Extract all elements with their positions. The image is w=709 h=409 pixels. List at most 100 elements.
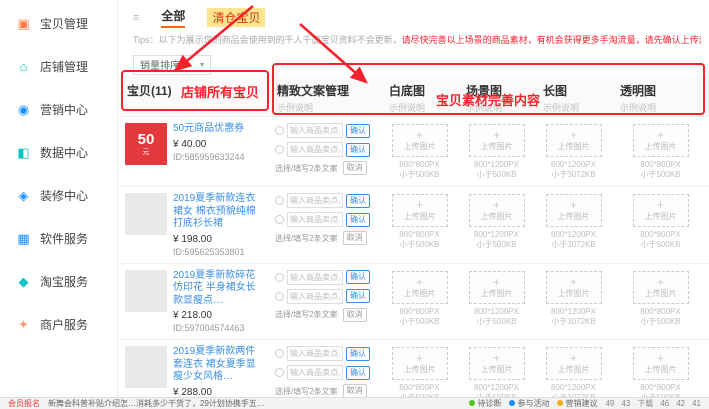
radio-button[interactable]: [275, 145, 284, 154]
upload-image-button[interactable]: +上传图片: [392, 124, 448, 157]
upload-image-button[interactable]: +上传图片: [392, 347, 448, 380]
cancel-button[interactable]: 取消: [343, 231, 367, 245]
upload-image-button[interactable]: +上传图片: [633, 271, 689, 304]
radio-button[interactable]: [275, 349, 284, 358]
bottom-bar-counter[interactable]: 下载: [637, 398, 653, 409]
upload-label: 上传图片: [645, 288, 677, 299]
product-title-link[interactable]: 2019夏季新款两件套连衣 裙女夏季显瘦少女风格…: [173, 346, 263, 384]
bottom-bar-status-item[interactable]: 参与活动: [509, 398, 549, 409]
sidebar-item-3[interactable]: ◧数据中心: [0, 131, 117, 174]
radio-button[interactable]: [275, 215, 284, 224]
radio-button[interactable]: [275, 126, 284, 135]
bottom-bar-counter[interactable]: 42: [676, 399, 685, 408]
selling-point-input[interactable]: [287, 212, 343, 227]
plus-icon: +: [493, 276, 500, 288]
upload-size: 800*1200PX: [551, 307, 596, 317]
confirm-button[interactable]: 确认: [346, 289, 370, 303]
upload-image-button[interactable]: +上传图片: [469, 124, 525, 157]
bottom-bar-status-item[interactable]: 待诊断: [469, 398, 501, 409]
sidebar-item-4[interactable]: ◈装修中心: [0, 174, 117, 217]
table-row: 2019夏季新款连衣裙女 棉衣预貌纯棉打底衫长裙¥ 198.00ID:59562…: [119, 187, 709, 264]
confirm-button[interactable]: 确认: [346, 366, 370, 380]
upload-size-hint: 800*1200PX小于500KB: [474, 383, 519, 397]
upload-size: 800*800PX: [399, 307, 439, 317]
cancel-button[interactable]: 取消: [343, 308, 367, 322]
column-header-sub: 示例说明: [543, 101, 604, 114]
sidebar-item-7[interactable]: ✦商户服务: [0, 303, 117, 346]
selling-point-input[interactable]: [287, 142, 343, 157]
confirm-button[interactable]: 确认: [346, 143, 370, 157]
megaphone-icon: ◉: [16, 102, 31, 117]
table-body: 50元50元商品优惠券¥ 40.00ID:585959633244确认确认选择/…: [119, 117, 709, 397]
upload-image-button[interactable]: +上传图片: [469, 194, 525, 227]
upload-size: 800*1200PX: [551, 383, 596, 393]
sidebar-item-1[interactable]: ⌂店铺管理: [0, 45, 117, 88]
upload-image-button[interactable]: +上传图片: [469, 347, 525, 380]
copy-note-row: 选择/填写2条文案取消: [275, 384, 375, 397]
bottom-bar-link[interactable]: 新舞会科普补贴介绍怎…消耗多少干货了，29计划协携手五…: [48, 398, 265, 409]
selling-point-input[interactable]: [287, 346, 343, 361]
radio-button[interactable]: [275, 196, 284, 205]
upload-image-button[interactable]: +上传图片: [392, 194, 448, 227]
upload-image-button[interactable]: +上传图片: [469, 271, 525, 304]
upload-size: 800*800PX: [399, 160, 439, 170]
confirm-button[interactable]: 确认: [346, 194, 370, 208]
upload-image-button[interactable]: +上传图片: [546, 194, 602, 227]
status-dot-icon: [469, 400, 475, 406]
radio-button[interactable]: [275, 368, 284, 377]
plus-icon: +: [493, 129, 500, 141]
copy-cell: 确认确认选择/填写2条文案取消: [269, 340, 381, 397]
copy-note-label: 选择/填写2条文案: [275, 309, 338, 320]
copy-cell: 确认确认选择/填写2条文案取消: [269, 117, 381, 186]
selling-point-input[interactable]: [287, 123, 343, 138]
upload-label: 上传图片: [558, 141, 590, 152]
upload-image-button[interactable]: +上传图片: [633, 347, 689, 380]
upload-image-button[interactable]: +上传图片: [546, 347, 602, 380]
bottom-bar-counter[interactable]: 41: [692, 399, 701, 408]
upload-image-button[interactable]: +上传图片: [546, 124, 602, 157]
sort-select[interactable]: 销量排序 ▾: [133, 55, 211, 75]
confirm-button[interactable]: 确认: [346, 124, 370, 138]
cancel-button[interactable]: 取消: [343, 161, 367, 175]
confirm-button[interactable]: 确认: [346, 270, 370, 284]
tab-clearance[interactable]: 清仓宝贝: [207, 8, 265, 27]
tab-all[interactable]: 全部: [161, 7, 185, 28]
upload-image-button[interactable]: +上传图片: [546, 271, 602, 304]
plus-icon: +: [657, 352, 664, 364]
product-title-link[interactable]: 2019夏季新款碎花仿印花 半身裙女长款显瘦点…: [173, 270, 263, 308]
collapse-icon[interactable]: ≡: [133, 12, 139, 24]
bottom-bar-counter[interactable]: 46: [660, 399, 669, 408]
upload-label: 上传图片: [645, 364, 677, 375]
product-image: [125, 270, 167, 312]
confirm-button[interactable]: 确认: [346, 213, 370, 227]
product-info: 2019夏季新款连衣裙女 棉衣预貌纯棉打底衫长裙¥ 198.00ID:59562…: [173, 193, 263, 257]
upload-image-button[interactable]: +上传图片: [392, 271, 448, 304]
sidebar-item-5[interactable]: ▦软件服务: [0, 217, 117, 260]
upload-image-button[interactable]: +上传图片: [633, 194, 689, 227]
box-icon: ▣: [16, 16, 31, 31]
bottom-bar: 会员报名新舞会科普补贴介绍怎…消耗多少干货了，29计划协携手五… 待诊断参与活动…: [0, 397, 709, 409]
sidebar-item-6[interactable]: ◆淘宝服务: [0, 260, 117, 303]
selling-point-input[interactable]: [287, 193, 343, 208]
bottom-bar-status-item[interactable]: 营销建议: [557, 398, 597, 409]
upload-image-button[interactable]: +上传图片: [633, 124, 689, 157]
bottom-bar-link[interactable]: 会员报名: [8, 398, 40, 409]
bottom-bar-counter[interactable]: 43: [621, 399, 630, 408]
sidebar-item-2[interactable]: ◉营销中心: [0, 88, 117, 131]
bottom-bar-counter[interactable]: 49: [605, 399, 614, 408]
grid-icon: ▦: [16, 231, 31, 246]
sidebar-item-0[interactable]: ▣宝贝管理: [0, 2, 117, 45]
upload-size-hint: 800*1200PX小于3072KB: [551, 383, 596, 397]
selling-point-input[interactable]: [287, 365, 343, 380]
chart-icon: ◧: [16, 145, 31, 160]
upload-size: 800*1200PX: [474, 383, 519, 393]
product-title-link[interactable]: 50元商品优惠券: [173, 123, 245, 136]
radio-button[interactable]: [275, 292, 284, 301]
product-title-link[interactable]: 2019夏季新款连衣裙女 棉衣预貌纯棉打底衫长裙: [173, 193, 263, 231]
radio-button[interactable]: [275, 273, 284, 282]
selling-point-input[interactable]: [287, 289, 343, 304]
cancel-button[interactable]: 取消: [343, 384, 367, 397]
confirm-button[interactable]: 确认: [346, 347, 370, 361]
upload-cell-1: +上传图片 800*1200PX小于500KB: [458, 340, 535, 397]
selling-point-input[interactable]: [287, 270, 343, 285]
